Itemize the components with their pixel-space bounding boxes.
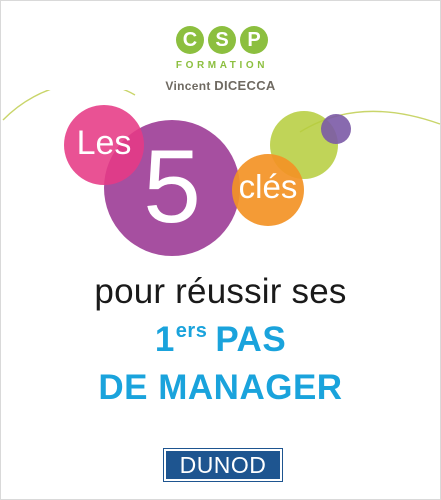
title-line-2-superscript: ers (175, 320, 208, 342)
csp-logo-letter-p: P (240, 26, 268, 54)
publisher-logo: DUNOD (163, 448, 283, 482)
title-cles: clés (239, 168, 298, 205)
title-les: Les (77, 124, 132, 162)
title-line-2: 1ers PAS (0, 320, 441, 360)
csp-logo-letter-s: S (208, 26, 236, 54)
title-line-3: DE MANAGER (98, 368, 343, 407)
csp-logo: C S P FORMATION (168, 20, 276, 76)
book-cover: C S P FORMATION Vincent DICECCA Les 5 cl… (0, 0, 441, 500)
title-line-1: pour réussir ses (94, 272, 347, 311)
title-five: 5 (143, 129, 201, 245)
violet-circle (321, 114, 351, 144)
csp-logo-letter-c: C (176, 26, 204, 54)
csp-logo-subtitle: FORMATION (175, 60, 269, 71)
title-graphic: Les 5 clés (2, 90, 441, 256)
title-line-2-rest: PAS (215, 320, 287, 359)
title-line-2-number: 1 (154, 320, 175, 359)
